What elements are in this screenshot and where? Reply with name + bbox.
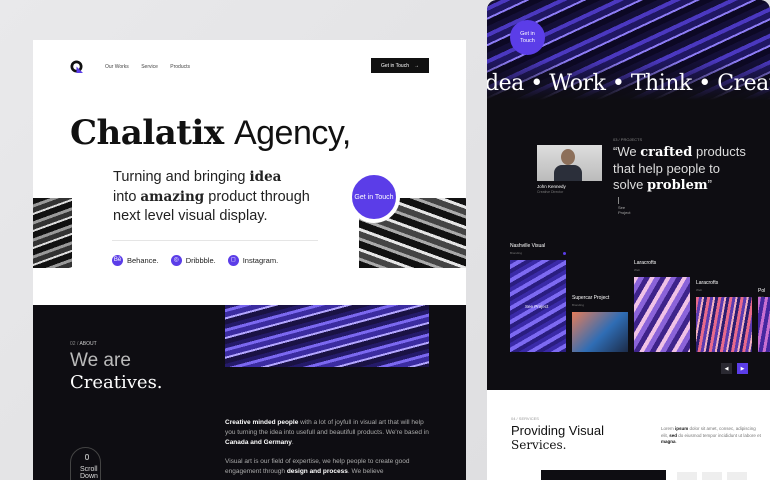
gallery-title-4: Laracrofts [696,280,719,286]
gallery-sub-1: Branding [510,251,523,255]
project-card-laracrofts-2[interactable] [696,297,752,352]
indicator-dot [563,252,566,255]
next-button[interactable]: ▶ [737,363,748,374]
nav-link-service[interactable]: Service [141,64,158,70]
gallery-sub-3: Web [634,268,641,272]
gallery-sub-4: Web [696,288,703,292]
marble-image-left [33,198,72,268]
see-project-link[interactable]: See Project [618,197,634,215]
project-card-nashville[interactable]: See Project [510,260,566,352]
hero-title-bold: Chalatix [70,113,224,153]
services-thumb-2 [702,472,722,480]
social-instagram[interactable]: ◻ Instagram. [227,255,278,266]
hero-card: Turning and bringing idea into amazing pr… [72,158,359,268]
services-paragraph: Lorem ipsum dolor sit amet, consec, adip… [661,426,761,444]
project-card-5[interactable] [758,297,770,352]
landing-page-mockup: Our Works Service Products Get in Touch … [33,40,466,480]
instagram-icon: ◻ [227,255,239,266]
nav-links: Our Works Service Products [105,64,201,70]
chevron-left-icon: ◀ [724,365,729,372]
services-thumb-1 [677,472,697,480]
projects-quote: “We crafted products that help people to… [613,144,746,193]
social-links: Bē Behance. ◎ Dribbble. ◻ Instagram. [112,255,278,266]
about-paragraph-1: Creative minded people with a lot of joy… [225,419,429,446]
hero-title: Chalatix Agency, [70,113,351,153]
mouse-icon [85,454,89,460]
about-title-line2: Creatives. [70,372,163,393]
person-name: John Kennedy [537,184,566,189]
get-in-touch-label: Get in Touch [381,62,409,69]
gallery-title-3: Laracrofts [634,260,657,266]
divider [112,240,318,241]
behance-icon: Bē [112,255,123,266]
project-card-supercar[interactable] [572,312,628,352]
logo-icon[interactable] [70,60,83,73]
dribbble-icon: ◎ [170,255,182,266]
services-title-line1: Providing Visual [511,423,604,438]
person-photo [537,145,602,181]
social-dribbble[interactable]: ◎ Dribbble. [170,255,216,266]
prev-button[interactable]: ◀ [721,363,732,374]
projects-tag: 03 / PROJECTS [613,137,643,142]
project-card-laracrofts-1[interactable] [634,277,690,352]
gallery-title-5: Pol [758,288,766,294]
services-dark-card [541,470,666,480]
nav-link-our-works[interactable]: Our Works [105,64,129,70]
about-paragraph-2: Visual art is our field of expertise, we… [225,458,410,475]
gallery-sub-2: Branding [572,303,585,307]
social-behance[interactable]: Bē Behance. [112,255,159,266]
about-tag: 02 / ABOUT [70,341,97,347]
get-in-touch-circle-button[interactable]: Get in Touch [348,171,400,223]
person-role: Creative Director [537,190,564,194]
nav-link-products[interactable]: Products [170,64,190,70]
services-title-line2: Services. [511,438,567,452]
services-tag: 04 / SERVICES [511,416,539,421]
scroll-down-button[interactable]: Scroll Down [70,447,101,480]
about-section: 02 / ABOUT We are Creatives. Creative mi… [33,305,466,480]
services-thumb-3 [727,472,747,480]
gallery-title-1: Nashville Visual [510,243,546,249]
hero-title-light: Agency, [233,114,351,152]
get-in-touch-button[interactable]: Get in Touch → [371,58,429,73]
marquee-text: dea • Work • Think • Creative [487,71,770,96]
about-title-line1: We are [70,350,131,371]
gallery-title-2: Supercar Project [572,295,610,301]
arrow-right-icon: → [413,62,419,69]
get-in-touch-circle-button[interactable]: Get in Touch [510,20,545,55]
portfolio-page-mockup: Get in Touch dea • Work • Think • Creati… [487,0,770,480]
chevron-right-icon: ▶ [740,365,745,372]
hero-subtitle: Turning and bringing idea into amazing pr… [113,169,310,224]
services-section: 04 / SERVICES Providing Visual Services.… [487,390,770,480]
purple-abstract-image [225,305,429,367]
